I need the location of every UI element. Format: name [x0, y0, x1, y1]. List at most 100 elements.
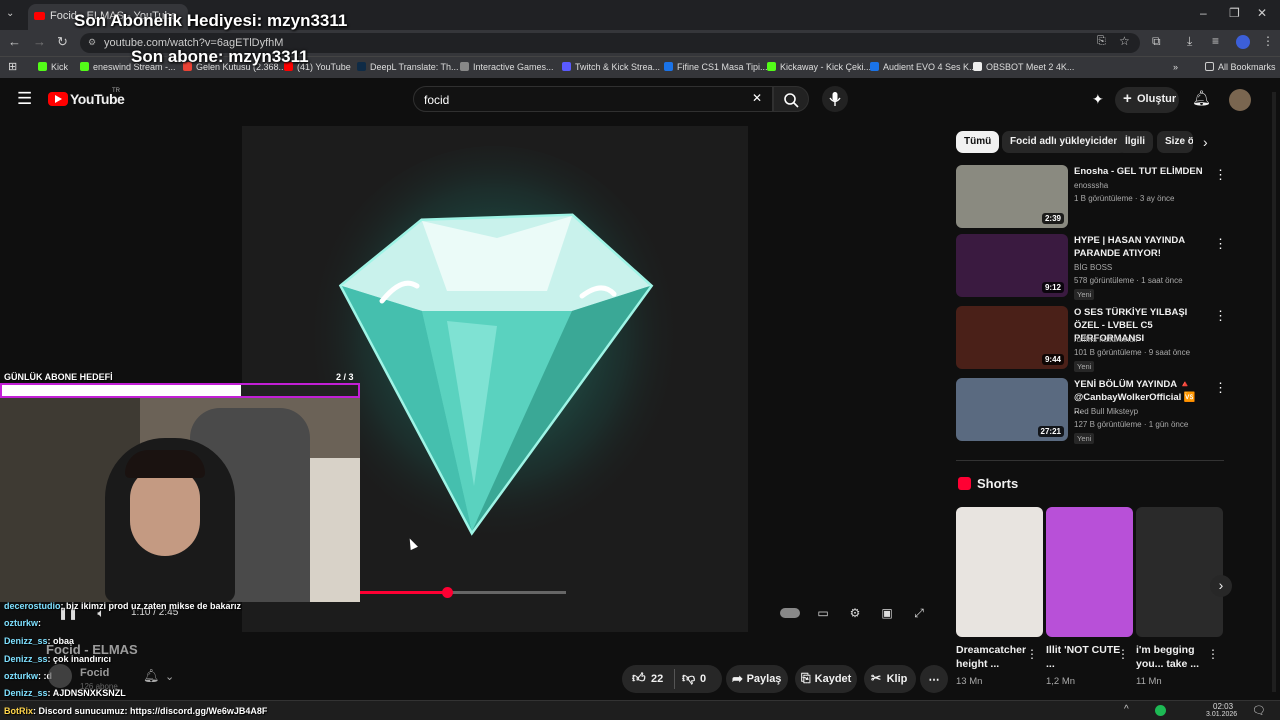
sub-goal-bar: [0, 383, 360, 398]
recommendation-item[interactable]: 2:39 Enosha - GEL TUT ELİMDEN enosssha 1…: [956, 165, 1227, 231]
chip-for-you[interactable]: Size ö: [1157, 131, 1193, 153]
maximize-icon[interactable]: ❐: [1229, 6, 1240, 20]
bookmarks-overflow-icon[interactable]: »: [1173, 62, 1178, 72]
reload-icon[interactable]: ↻: [57, 34, 68, 50]
more-vertical-icon[interactable]: ⋮: [1207, 647, 1219, 661]
video-thumbnail[interactable]: 9:44: [956, 306, 1068, 369]
video-thumbnail[interactable]: 9:12: [956, 234, 1068, 297]
site-info-icon[interactable]: ⚙: [88, 37, 96, 48]
more-vertical-icon[interactable]: ⋮: [1214, 308, 1227, 324]
subtitles-icon[interactable]: ▭: [814, 606, 832, 620]
apps-grid-icon[interactable]: ⊞: [8, 60, 17, 73]
search-input[interactable]: focid ✕: [413, 86, 773, 112]
forward-icon[interactable]: →: [33, 34, 46, 49]
media-controls-icon[interactable]: ≡: [1212, 34, 1219, 48]
dislike-button[interactable]: 👎︎: [682, 670, 695, 686]
clock-time[interactable]: 02:03: [1213, 702, 1233, 711]
more-vertical-icon[interactable]: ⋮: [1214, 236, 1227, 252]
kick-icon: [80, 62, 89, 71]
clock-date[interactable]: 3.01.2026: [1206, 711, 1237, 718]
more-vertical-icon[interactable]: ⋮: [1214, 167, 1227, 183]
video-title[interactable]: Enosha - GEL TUT ELİMDEN: [1074, 165, 1204, 178]
account-avatar[interactable]: [1229, 89, 1251, 111]
extensions-icon[interactable]: ⧉: [1152, 34, 1161, 49]
tab-search-icon[interactable]: ⌄: [6, 8, 20, 22]
theater-mode-icon[interactable]: ▣: [878, 606, 896, 620]
downloads-icon[interactable]: ⤓: [1187, 34, 1192, 49]
bookmark-item[interactable]: Kick: [38, 62, 68, 72]
recommendation-item[interactable]: 9:12 HYPE | HASAN YAYINDA PARANDE ATIYOR…: [956, 234, 1227, 300]
bookmark-item[interactable]: DeepL Translate: Th...: [357, 62, 459, 72]
all-bookmarks[interactable]: All Bookmarks: [1205, 62, 1276, 72]
tray-chevron-icon[interactable]: ^: [1124, 704, 1129, 715]
minimize-icon[interactable]: –: [1200, 6, 1207, 20]
fullscreen-icon[interactable]: ⤢: [910, 606, 928, 620]
like-button[interactable]: 👍︎: [632, 670, 646, 686]
short-thumbnail[interactable]: [1136, 507, 1223, 637]
chip-from-uploader[interactable]: Focid adlı yükleyiciden: [1002, 131, 1128, 153]
bookmark-item[interactable]: Interactive Games...: [460, 62, 554, 72]
bookmark-item[interactable]: Audient EVO 4 Ses K...: [870, 62, 977, 72]
recommendation-item[interactable]: 27:21 YENİ BÖLÜM YAYINDA 🔺 @CanbayWolker…: [956, 378, 1227, 444]
video-title[interactable]: HYPE | HASAN YAYINDA PARANDE ATIYOR!: [1074, 234, 1204, 260]
settings-gear-icon[interactable]: ⚙: [846, 606, 864, 620]
page-scrollbar[interactable]: [1272, 92, 1276, 692]
short-thumbnail[interactable]: [956, 507, 1043, 637]
clip-button[interactable]: ✂ Klip: [864, 665, 916, 693]
bell-subscribe-icon[interactable]: 🔔︎: [143, 668, 160, 684]
more-actions-button[interactable]: ⋯: [920, 665, 948, 693]
hamburger-menu-icon[interactable]: ☰: [17, 89, 32, 109]
recommendation-item[interactable]: 9:44 O SES TÜRKİYE YILBAŞI ÖZEL - LVBEL …: [956, 306, 1227, 372]
notification-center-icon[interactable]: 🗨︎: [1252, 704, 1266, 717]
channel-name[interactable]: enosssha: [1074, 181, 1214, 190]
profile-avatar[interactable]: [1236, 35, 1250, 49]
progress-bar[interactable]: [360, 587, 566, 598]
channel-avatar[interactable]: [48, 664, 72, 688]
video-thumbnail[interactable]: 27:21: [956, 378, 1068, 441]
more-vertical-icon[interactable]: ⋮: [1026, 647, 1038, 661]
chevron-down-icon[interactable]: ⌄: [165, 670, 174, 683]
browser-menu-icon[interactable]: ⋮: [1262, 34, 1274, 48]
short-title[interactable]: Dreamcatcher height ...: [956, 643, 1036, 671]
share-button[interactable]: ➦ Paylaş: [726, 665, 788, 693]
channel-name[interactable]: rufflws nulldreinull: [1074, 335, 1214, 344]
autoplay-toggle[interactable]: [780, 608, 800, 618]
bookmark-star-icon[interactable]: ☆: [1119, 34, 1130, 48]
more-vertical-icon[interactable]: ⋮: [1214, 380, 1227, 396]
sub-goal-label: GÜNLÜK ABONE HEDEFİ: [4, 372, 113, 382]
notifications-bell-icon[interactable]: 🔔︎: [1192, 89, 1211, 107]
short-views: 1,2 Mn: [1046, 676, 1076, 687]
short-title[interactable]: Illit 'NOT CUTE ...: [1046, 643, 1126, 671]
clear-search-icon[interactable]: ✕: [752, 91, 762, 105]
create-button[interactable]: + Oluştur: [1115, 87, 1179, 113]
more-horizontal-icon: ⋯: [928, 674, 940, 686]
voice-search-button[interactable]: [822, 86, 848, 112]
chips-next-icon[interactable]: ›: [1203, 134, 1208, 150]
extension-puzzle-icon[interactable]: ✦: [1092, 91, 1104, 108]
short-title[interactable]: i'm begging you... take ...: [1136, 643, 1216, 671]
bookmark-item[interactable]: OBSBOT Meet 2 4K...: [973, 62, 1074, 72]
more-vertical-icon[interactable]: ⋮: [1117, 647, 1129, 661]
video-duration: 9:12: [1041, 282, 1064, 293]
back-icon[interactable]: ←: [8, 34, 21, 49]
shorts-next-button[interactable]: ›: [1210, 575, 1232, 597]
short-thumbnail[interactable]: [1046, 507, 1133, 637]
video-thumbnail[interactable]: 2:39: [956, 165, 1068, 228]
search-button[interactable]: [773, 86, 809, 112]
progress-scrubber[interactable]: [441, 587, 453, 598]
close-window-icon[interactable]: ✕: [1257, 6, 1267, 20]
bookmark-item[interactable]: Fifine CS1 Masa Tipi...: [664, 62, 768, 72]
chip-related[interactable]: İlgili: [1117, 131, 1153, 153]
channel-name[interactable]: Focid: [80, 667, 109, 679]
bookmark-item[interactable]: Kickaway - Kick Çeki...: [767, 62, 871, 72]
save-button[interactable]: ⎘ Kaydet: [795, 665, 857, 693]
kick-icon: [38, 62, 47, 71]
channel-name[interactable]: Red Bull Mikstеyp: [1074, 407, 1214, 416]
channel-name[interactable]: BİG BOSS: [1074, 263, 1214, 272]
spotify-tray-icon[interactable]: [1155, 705, 1166, 716]
youtube-logo-icon[interactable]: [48, 92, 68, 106]
install-app-icon[interactable]: ⎘: [1097, 35, 1106, 48]
video-duration: 2:39: [1041, 213, 1064, 224]
chip-all[interactable]: Tümü: [956, 131, 1000, 153]
bookmark-item[interactable]: Twitch & Kick Strea...: [562, 62, 660, 72]
